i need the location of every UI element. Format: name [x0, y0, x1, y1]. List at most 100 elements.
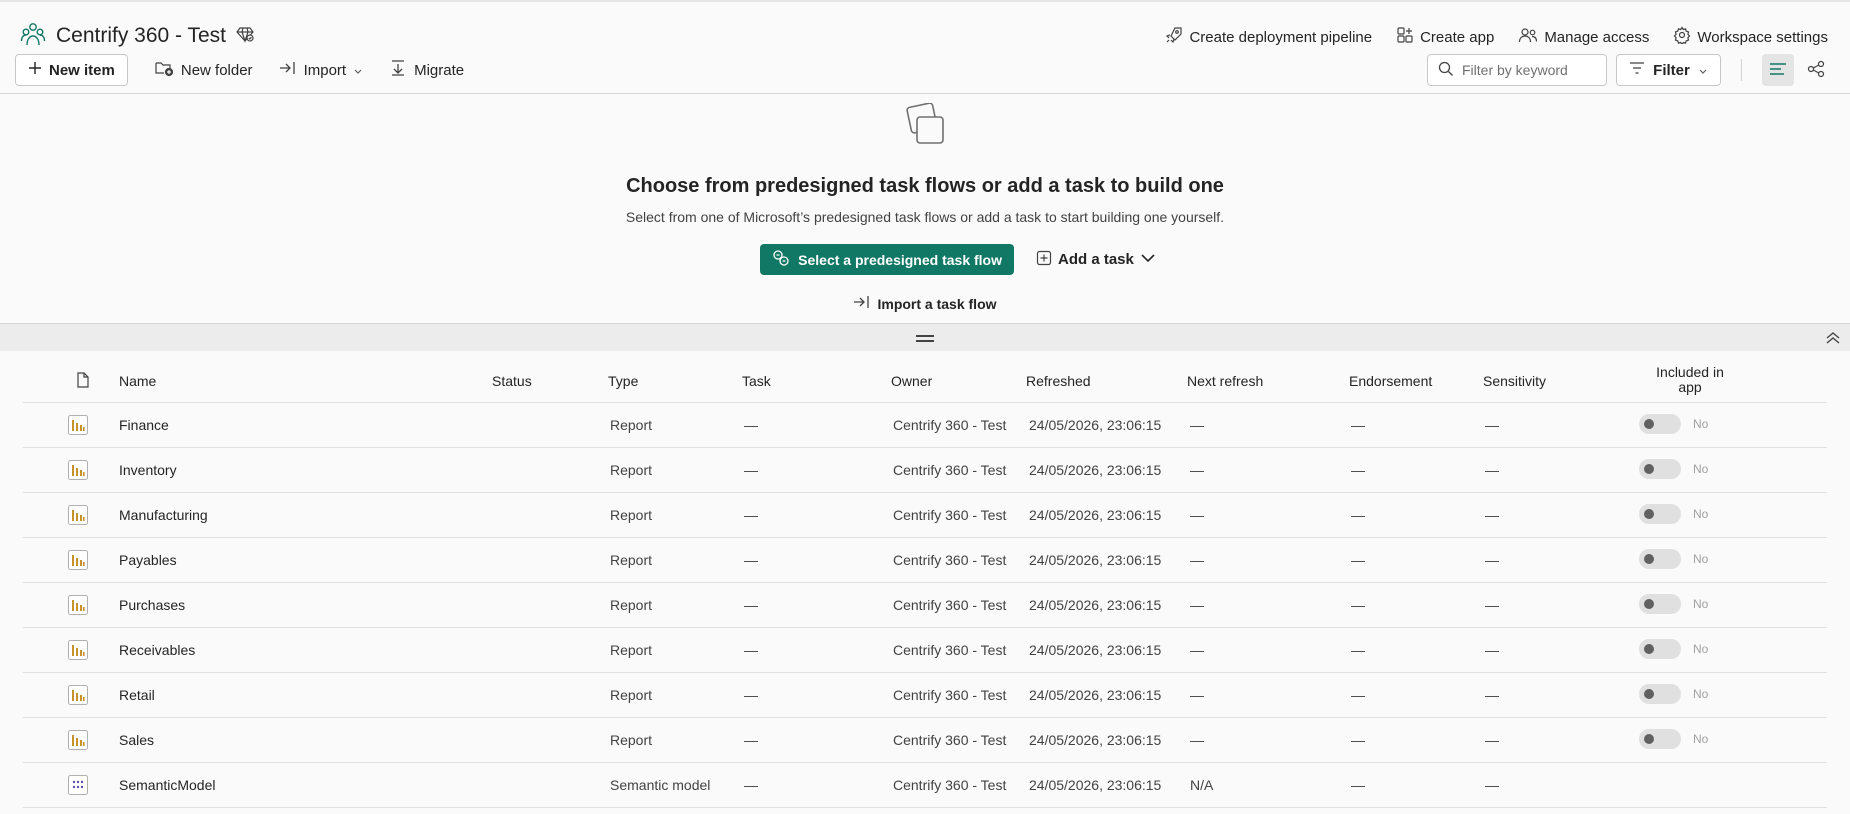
- cell-name[interactable]: Finance: [119, 417, 169, 433]
- cell-next-refresh: —: [1190, 507, 1204, 523]
- cell-next-refresh: —: [1190, 597, 1204, 613]
- cell-refreshed: 24/05/2026, 23:06:15: [1029, 552, 1162, 568]
- cell-next-refresh: —: [1190, 642, 1204, 658]
- list-view-button[interactable]: [1762, 54, 1794, 86]
- manage-access-button[interactable]: Manage access: [1518, 26, 1649, 48]
- cell-name[interactable]: Purchases: [119, 597, 185, 613]
- create-deployment-pipeline-button[interactable]: Create deployment pipeline: [1165, 26, 1372, 48]
- cell-name[interactable]: Retail: [119, 687, 155, 703]
- cell-task: —: [744, 597, 758, 613]
- table-row[interactable]: Receivables Report — Centrify 360 - Test 24/…: [23, 628, 1827, 673]
- table-row[interactable]: Payables Report — Centrify 360 - Test 24/05/…: [23, 538, 1827, 583]
- cell-endorsement: —: [1351, 507, 1365, 523]
- cell-name[interactable]: Receivables: [119, 642, 195, 658]
- included-in-app-toggle[interactable]: [1639, 459, 1681, 479]
- right-tools: Filter: [1427, 54, 1832, 86]
- workspace-toolbar: New item New folder Import Migrate: [15, 54, 464, 86]
- migrate-label: Migrate: [414, 61, 465, 79]
- cell-refreshed: 24/05/2026, 23:06:15: [1029, 642, 1162, 658]
- column-header-status[interactable]: Status: [492, 373, 532, 389]
- included-in-app-label: No: [1693, 732, 1709, 746]
- cell-type: Report: [610, 552, 653, 568]
- table-row[interactable]: Finance Report — Centrify 360 - Test 24/05/2…: [23, 403, 1827, 448]
- cell-sensitivity: —: [1485, 462, 1499, 478]
- table-row[interactable]: Sales Report — Centrify 360 - Test 24/05/202…: [23, 718, 1827, 763]
- workspace-settings-button[interactable]: Workspace settings: [1673, 26, 1828, 48]
- included-in-app-toggle[interactable]: [1639, 414, 1681, 434]
- import-task-flow-label: Import a task flow: [877, 295, 997, 312]
- lineage-view-button[interactable]: [1800, 54, 1832, 86]
- included-in-app-toggle[interactable]: [1639, 594, 1681, 614]
- column-header-next-refresh[interactable]: Next refresh: [1187, 373, 1263, 389]
- table-row[interactable]: SemanticModel Semantic model — Centrify 360…: [23, 763, 1827, 808]
- cell-name[interactable]: Manufacturing: [119, 507, 208, 523]
- cell-sensitivity: —: [1485, 687, 1499, 703]
- included-in-app-label: No: [1693, 552, 1709, 566]
- new-item-button[interactable]: New item: [15, 54, 128, 86]
- file-type-icon: [76, 372, 90, 391]
- header-actions: Create deployment pipeline Create app Ma…: [1165, 26, 1828, 48]
- table-row[interactable]: Purchases Report — Centrify 360 - Test 24/05…: [23, 583, 1827, 628]
- cell-sensitivity: —: [1485, 552, 1499, 568]
- task-flow-illustration-icon: [905, 102, 947, 150]
- cell-task: —: [744, 777, 758, 793]
- included-in-app-toggle[interactable]: [1639, 729, 1681, 749]
- included-in-app-label: No: [1693, 642, 1709, 656]
- included-in-app-label: No: [1693, 462, 1709, 476]
- cell-name[interactable]: Sales: [119, 732, 154, 748]
- included-in-app-toggle[interactable]: [1639, 639, 1681, 659]
- cell-next-refresh: —: [1190, 462, 1204, 478]
- add-task-menu[interactable]: Add a task: [1036, 250, 1156, 270]
- task-flow-title: Choose from predesigned task flows or ad…: [626, 175, 1224, 197]
- resize-handle[interactable]: [916, 335, 934, 343]
- column-header-sensitivity[interactable]: Sensitivity: [1483, 373, 1546, 389]
- column-header-refreshed[interactable]: Refreshed: [1026, 373, 1091, 389]
- column-header-type[interactable]: Type: [608, 373, 638, 389]
- import-task-flow-button[interactable]: Import a task flow: [853, 294, 997, 313]
- report-icon: [68, 415, 88, 438]
- select-predesigned-task-flow-button[interactable]: Select a predesigned task flow: [760, 244, 1014, 275]
- table-row[interactable]: Manufacturing Report — Centrify 360 - Test 2…: [23, 493, 1827, 538]
- cell-type: Report: [610, 507, 653, 523]
- import-label: Import: [303, 61, 347, 79]
- included-in-app-toggle[interactable]: [1639, 504, 1681, 524]
- table-row[interactable]: Inventory Report — Centrify 360 - Test 24/05…: [23, 448, 1827, 493]
- cell-endorsement: —: [1351, 687, 1365, 703]
- cell-name[interactable]: Inventory: [119, 462, 177, 478]
- column-header-task[interactable]: Task: [742, 373, 771, 389]
- folder-add-icon: [154, 59, 174, 81]
- column-header-endorsement[interactable]: Endorsement: [1349, 373, 1432, 389]
- cell-next-refresh: —: [1190, 687, 1204, 703]
- included-in-app-toggle[interactable]: [1639, 684, 1681, 704]
- cell-owner: Centrify 360 - Test: [893, 552, 1007, 568]
- table-header: Name Status Type Task Owner Refreshed Ne…: [23, 351, 1827, 403]
- migrate-button[interactable]: Migrate: [389, 59, 464, 81]
- collapse-panel-button[interactable]: [1824, 329, 1842, 347]
- cell-refreshed: 24/05/2026, 23:06:15: [1029, 462, 1162, 478]
- cell-refreshed: 24/05/2026, 23:06:15: [1029, 417, 1162, 433]
- cell-refreshed: 24/05/2026, 23:06:15: [1029, 597, 1162, 613]
- cell-name[interactable]: Payables: [119, 552, 177, 568]
- column-header-name[interactable]: Name: [119, 373, 156, 389]
- filter-button[interactable]: Filter: [1616, 54, 1721, 86]
- new-folder-label: New folder: [180, 61, 253, 79]
- cell-sensitivity: —: [1485, 597, 1499, 613]
- add-task-label: Add a task: [1058, 251, 1134, 268]
- cell-task: —: [744, 507, 758, 523]
- report-icon: [68, 595, 88, 618]
- included-in-app-toggle[interactable]: [1639, 549, 1681, 569]
- diamond-gem-icon[interactable]: [236, 25, 254, 46]
- rocket-icon: [1165, 26, 1183, 48]
- column-header-owner[interactable]: Owner: [891, 373, 932, 389]
- create-app-button[interactable]: Create app: [1396, 26, 1494, 48]
- import-menu[interactable]: Import: [279, 60, 364, 80]
- cell-endorsement: —: [1351, 417, 1365, 433]
- column-header-included-in-app[interactable]: Included in app: [1645, 365, 1735, 395]
- new-folder-button[interactable]: New folder: [154, 59, 253, 81]
- cell-name[interactable]: SemanticModel: [119, 777, 216, 793]
- search-input[interactable]: [1462, 62, 1592, 78]
- list-view-icon: [1769, 62, 1787, 79]
- table-row[interactable]: Retail Report — Centrify 360 - Test 24/05/20…: [23, 673, 1827, 718]
- task-flow-panel: Choose from predesigned task flows or ad…: [0, 95, 1850, 323]
- import-task-flow-row: Import a task flow: [0, 294, 1850, 313]
